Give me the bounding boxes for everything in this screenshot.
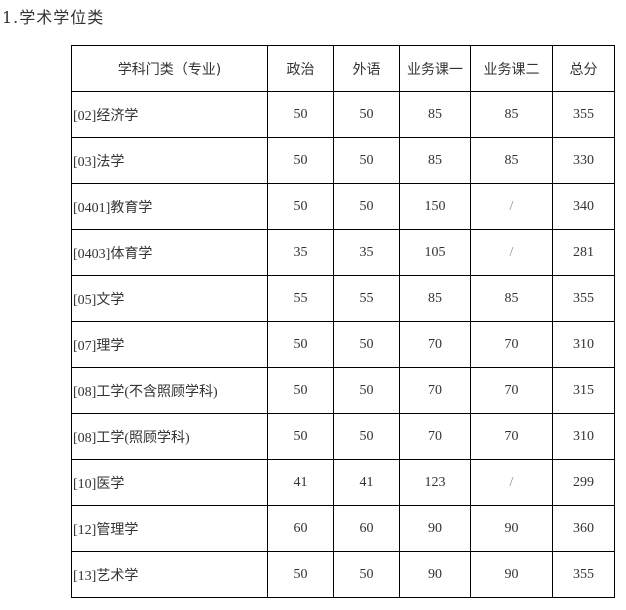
cell-total: 355 [552, 91, 615, 138]
cell-total: 310 [552, 413, 615, 460]
cell-course-two: 70 [470, 367, 553, 414]
cell-politics: 60 [267, 505, 334, 552]
header-politics: 政治 [267, 45, 334, 92]
cell-politics: 50 [267, 413, 334, 460]
cell-politics: 50 [267, 367, 334, 414]
table-row: [03]法学 50 50 85 85 330 [71, 137, 615, 184]
cell-politics: 35 [267, 229, 334, 276]
table-row: [10]医学 41 41 123/299 [71, 459, 615, 506]
cell-subject: [10]医学 [71, 459, 268, 506]
table-row: [07]理学 50 50 70 70 310 [71, 321, 615, 368]
score-table: 学科门类（专业) 政治 外语 业务课一 业务课二 总分 [02]经济学 50 50 8… [71, 45, 615, 598]
cell-course-one: 105 [399, 229, 471, 276]
cell-foreign-language: 50 [333, 413, 400, 460]
cell-subject: [08]工学(不含照顾学科) [71, 367, 268, 414]
cell-course-two: 85 [470, 137, 553, 184]
cell-foreign-language: 50 [333, 183, 400, 230]
cell-subject: [08]工学(照顾学科) [71, 413, 268, 460]
cell-subject: [12]管理学 [71, 505, 268, 552]
cell-subject: [03]法学 [71, 137, 268, 184]
header-foreign-language: 外语 [333, 45, 400, 92]
cell-total: 299 [552, 459, 615, 506]
cell-total: 355 [552, 551, 615, 598]
cell-foreign-language: 41 [333, 459, 400, 506]
table-row: [05]文学 55 55 85 85 355 [71, 275, 615, 322]
cell-course-two: 70 [470, 413, 553, 460]
cell-total: 281 [552, 229, 615, 276]
cell-course-two: / [470, 459, 553, 506]
cell-course-two: 90 [470, 505, 553, 552]
cell-course-two: / [470, 229, 553, 276]
cell-foreign-language: 50 [333, 367, 400, 414]
cell-total: 315 [552, 367, 615, 414]
cell-course-one: 70 [399, 413, 471, 460]
cell-course-two: 85 [470, 275, 553, 322]
cell-foreign-language: 50 [333, 91, 400, 138]
cell-course-one: 85 [399, 91, 471, 138]
cell-subject: [05]文学 [71, 275, 268, 322]
cell-foreign-language: 55 [333, 275, 400, 322]
cell-politics: 50 [267, 551, 334, 598]
cell-subject: [07]理学 [71, 321, 268, 368]
cell-foreign-language: 50 [333, 137, 400, 184]
section-heading: 1.学术学位类 [2, 8, 105, 27]
header-subject: 学科门类（专业) [71, 45, 268, 92]
cell-politics: 41 [267, 459, 334, 506]
cell-total: 310 [552, 321, 615, 368]
cell-politics: 50 [267, 321, 334, 368]
cell-course-one: 85 [399, 137, 471, 184]
table-row: [0403]体育学 35 35 105/281 [71, 229, 615, 276]
cell-politics: 55 [267, 275, 334, 322]
cell-foreign-language: 60 [333, 505, 400, 552]
cell-foreign-language: 50 [333, 321, 400, 368]
cell-subject: [0403]体育学 [71, 229, 268, 276]
cell-course-one: 85 [399, 275, 471, 322]
cell-course-two: 85 [470, 91, 553, 138]
header-course-one: 业务课一 [399, 45, 471, 92]
table-row: [08]工学(照顾学科) 50 50 70 70 310 [71, 413, 615, 460]
header-total: 总分 [552, 45, 615, 92]
table-row: [12]管理学 60 60 90 90 360 [71, 505, 615, 552]
cell-course-one: 70 [399, 367, 471, 414]
cell-course-one: 123 [399, 459, 471, 506]
table-row: [13]艺术学 50 50 90 90 355 [71, 551, 615, 598]
cell-course-one: 90 [399, 551, 471, 598]
cell-foreign-language: 35 [333, 229, 400, 276]
table-row: [08]工学(不含照顾学科) 50 50 70 70 315 [71, 367, 615, 414]
cell-total: 355 [552, 275, 615, 322]
cell-total: 360 [552, 505, 615, 552]
cell-course-one: 90 [399, 505, 471, 552]
cell-total: 330 [552, 137, 615, 184]
table-header-row: 学科门类（专业) 政治 外语 业务课一 业务课二 总分 [71, 45, 615, 92]
header-course-two: 业务课二 [470, 45, 553, 92]
table-row: [0401]教育学 50 50 150/340 [71, 183, 615, 230]
table-row: [02]经济学 50 50 85 85 355 [71, 91, 615, 138]
cell-course-one: 150 [399, 183, 471, 230]
cell-politics: 50 [267, 183, 334, 230]
cell-total: 340 [552, 183, 615, 230]
cell-course-one: 70 [399, 321, 471, 368]
cell-course-two: 90 [470, 551, 553, 598]
cell-politics: 50 [267, 91, 334, 138]
cell-subject: [0401]教育学 [71, 183, 268, 230]
cell-subject: [13]艺术学 [71, 551, 268, 598]
cell-politics: 50 [267, 137, 334, 184]
cell-subject: [02]经济学 [71, 91, 268, 138]
cell-foreign-language: 50 [333, 551, 400, 598]
cell-course-two: 70 [470, 321, 553, 368]
cell-course-two: / [470, 183, 553, 230]
